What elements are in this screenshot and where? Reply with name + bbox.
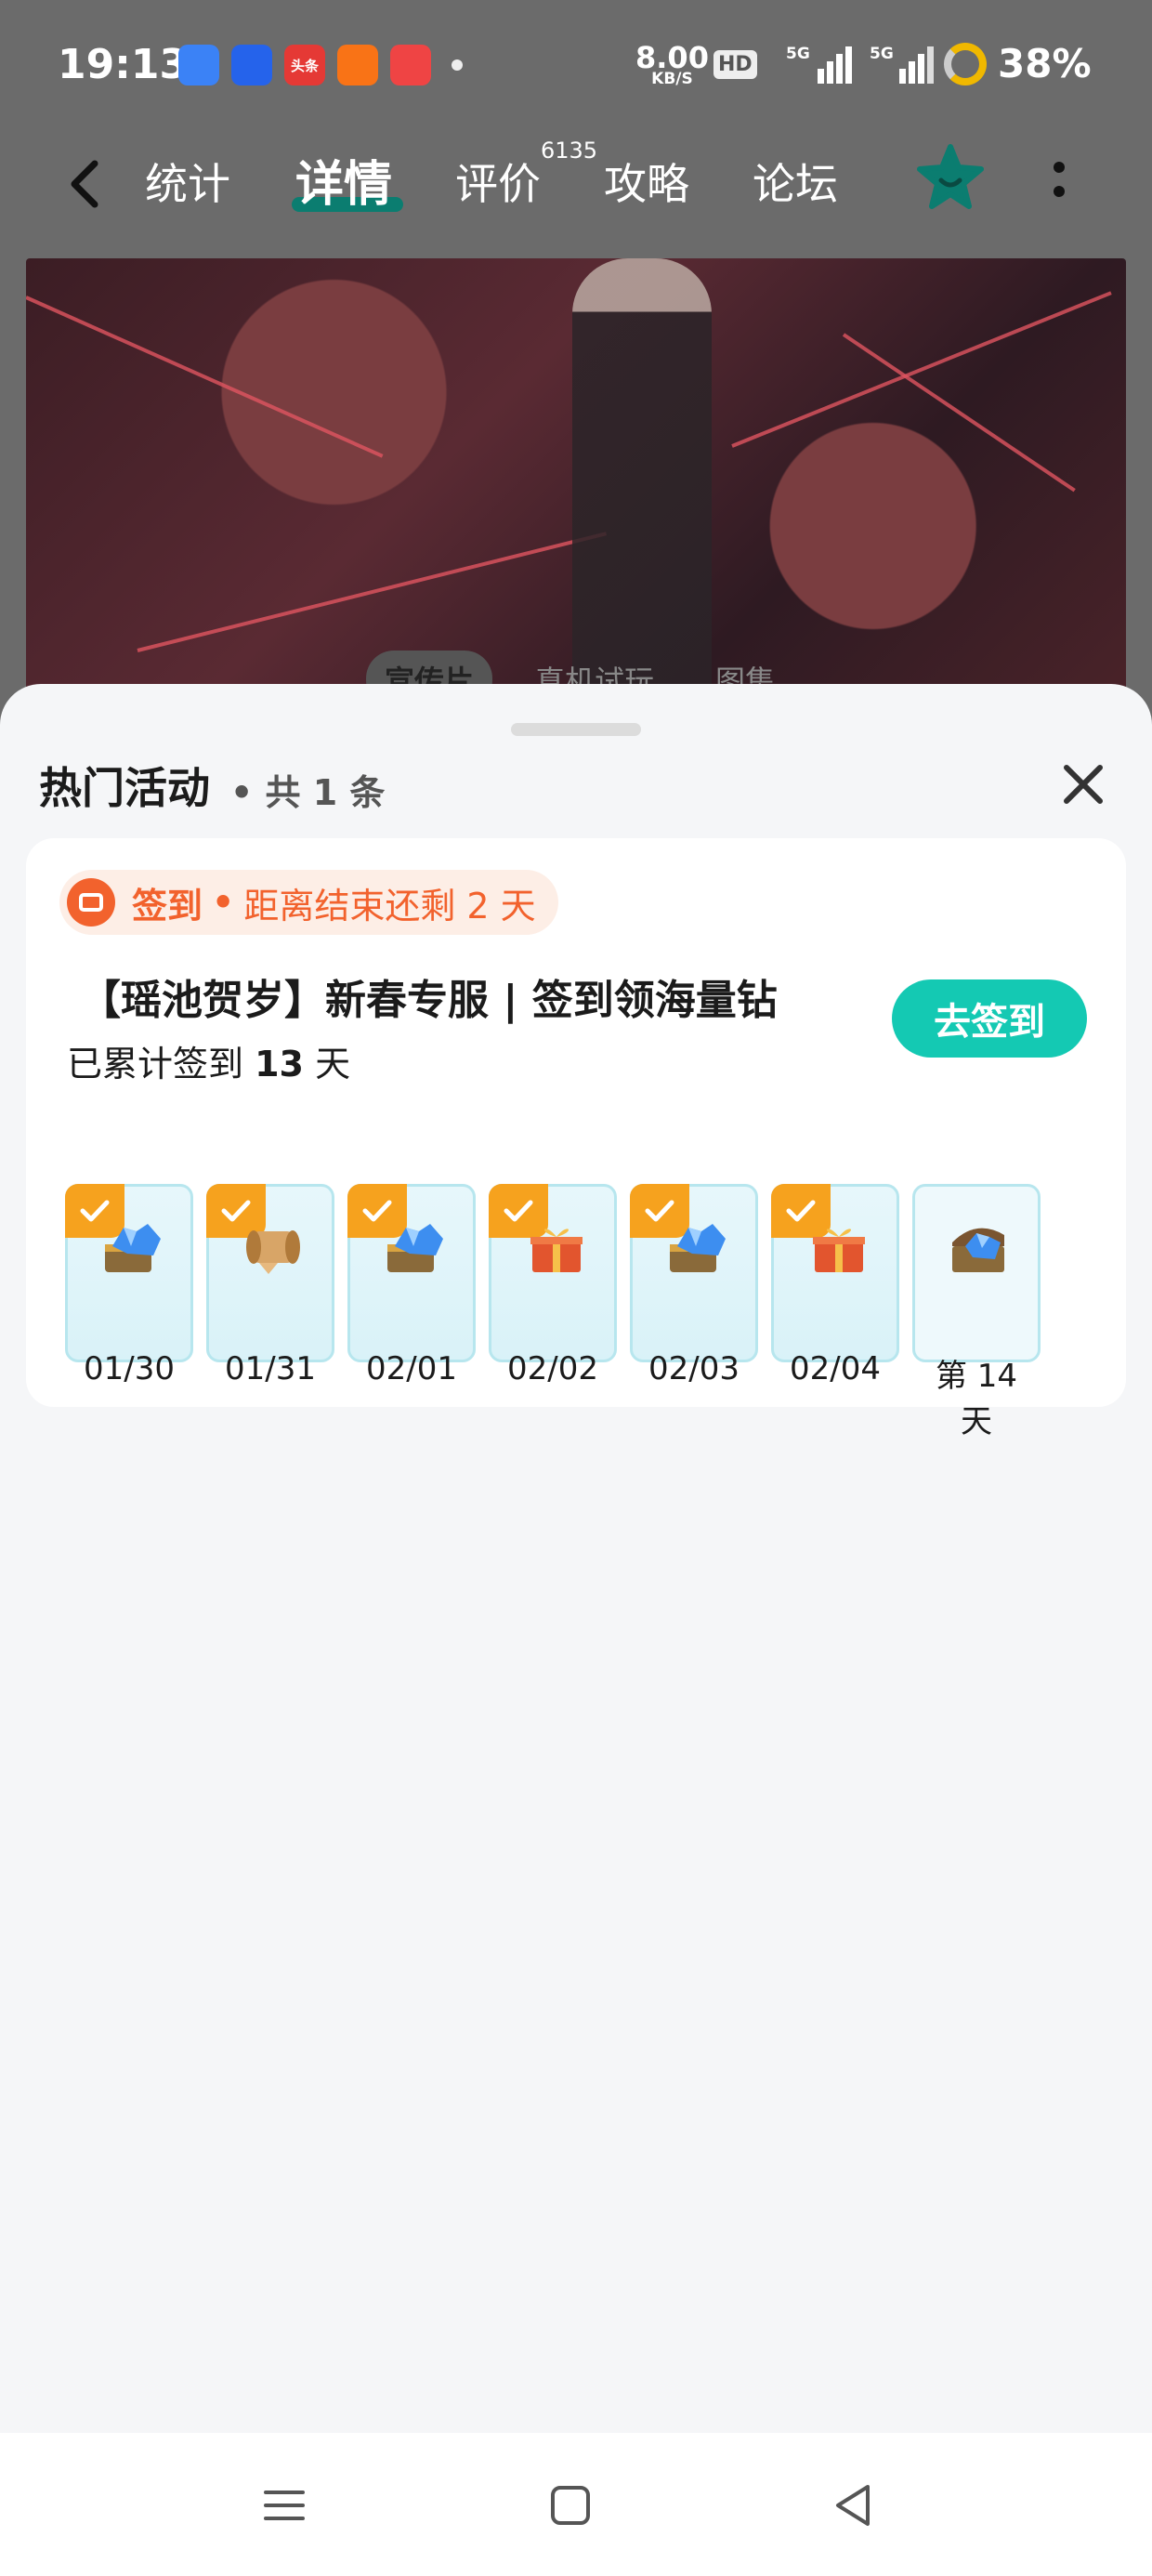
gift-box-icon bbox=[813, 1229, 865, 1272]
home-icon[interactable] bbox=[544, 2479, 596, 2531]
diamond-chest-icon bbox=[105, 1224, 161, 1272]
app-icon-2 bbox=[231, 45, 272, 85]
more-menu-icon[interactable] bbox=[1050, 154, 1068, 210]
tab-stats[interactable]: 统计 bbox=[145, 151, 230, 212]
sheet-drag-handle[interactable] bbox=[511, 723, 641, 736]
checkin-day-label: 02/03 bbox=[648, 1350, 740, 1387]
checkin-button[interactable]: 去签到 bbox=[892, 979, 1087, 1058]
hero-character bbox=[572, 258, 712, 704]
diamond-chest-icon bbox=[670, 1224, 726, 1272]
activity-title: 【瑶池贺岁】新春专服 | 签到领海量钻 bbox=[80, 977, 778, 1024]
review-count: 6135 bbox=[541, 138, 598, 164]
status-bar: 19:13 头条 8.00 KB/S HD 5G 5G 38% bbox=[0, 0, 1152, 130]
hero-video[interactable] bbox=[26, 258, 1126, 704]
checkin-day-label: 01/30 bbox=[84, 1350, 175, 1387]
checkin-day: 02/03 bbox=[630, 1184, 758, 1387]
app-icon-1 bbox=[178, 45, 219, 85]
app-icon-4 bbox=[337, 45, 378, 85]
back-arrow-icon[interactable] bbox=[61, 156, 108, 212]
back-triangle-icon[interactable] bbox=[827, 2479, 879, 2531]
battery-percent: 38% bbox=[998, 41, 1092, 86]
checkin-day: 01/30 bbox=[65, 1184, 193, 1387]
checkin-day-label: 01/31 bbox=[225, 1350, 316, 1387]
more-notifications-dot bbox=[452, 59, 463, 71]
checkin-day-label: 02/04 bbox=[790, 1350, 881, 1387]
net-speed: 8.00 KB/S bbox=[635, 40, 709, 88]
treasure-chest-icon bbox=[952, 1228, 1004, 1272]
activity-tag: 签到 • 距离结束还剩 2 天 bbox=[59, 870, 558, 935]
menu-icon[interactable] bbox=[258, 2479, 310, 2531]
sheet-count: • 共 1 条 bbox=[230, 772, 386, 813]
tab-reviews[interactable]: 评价 bbox=[455, 151, 541, 212]
sheet-title: 热门活动 bbox=[39, 763, 210, 813]
app-icon-toutiao: 头条 bbox=[284, 45, 325, 85]
checkin-day-label: 02/01 bbox=[366, 1350, 457, 1387]
close-icon[interactable] bbox=[1057, 758, 1109, 810]
checkin-progress: 已累计签到 13 天 bbox=[67, 1044, 351, 1084]
tab-guides[interactable]: 攻略 bbox=[604, 151, 689, 212]
checkin-day-label: 02/02 bbox=[507, 1350, 598, 1387]
checkin-day-label: 第 14 天 bbox=[935, 1358, 1018, 1440]
hd-icon: HD bbox=[713, 50, 757, 79]
top-nav: 统计 详情 评价 6135 攻略 论坛 bbox=[0, 130, 1152, 251]
activity-card[interactable]: 签到 • 距离结束还剩 2 天 【瑶池贺岁】新春专服 | 签到领海量钻 已累计签… bbox=[26, 838, 1126, 1440]
tab-details[interactable]: 详情 bbox=[295, 145, 392, 215]
signal-2-icon bbox=[899, 46, 934, 84]
tab-forum[interactable]: 论坛 bbox=[753, 151, 838, 212]
activity-remaining: 距离结束还剩 2 天 bbox=[243, 885, 536, 927]
activity-type: 签到 bbox=[132, 885, 203, 927]
status-time: 19:13 bbox=[58, 41, 189, 88]
gift-box-icon bbox=[530, 1229, 583, 1272]
battery-icon bbox=[944, 43, 987, 85]
activities-sheet: 热门活动 • 共 1 条 签到 • 距离结束还剩 2 天 【瑶池贺岁】新春专服 … bbox=[0, 684, 1152, 2433]
checkin-day: 01/31 bbox=[206, 1184, 334, 1387]
checkin-day: 02/01 bbox=[347, 1184, 476, 1387]
checkin-day-future: 第 14 天 bbox=[912, 1184, 1041, 1440]
favorite-star-icon[interactable] bbox=[916, 143, 985, 212]
diamond-chest-icon bbox=[387, 1224, 443, 1272]
calendar-icon bbox=[67, 878, 115, 927]
notification-icons: 头条 bbox=[178, 45, 431, 85]
app-icon-5 bbox=[390, 45, 431, 85]
checkin-day: 02/02 bbox=[489, 1184, 617, 1387]
checkin-days: 01/30 01/31 02/01 02/02 02/03 02/04 第 14… bbox=[65, 1184, 1041, 1440]
system-nav-bar bbox=[0, 2433, 1152, 2576]
checkin-day: 02/04 bbox=[771, 1184, 899, 1387]
scroll-icon bbox=[246, 1230, 300, 1274]
signal-1-icon bbox=[818, 46, 852, 84]
